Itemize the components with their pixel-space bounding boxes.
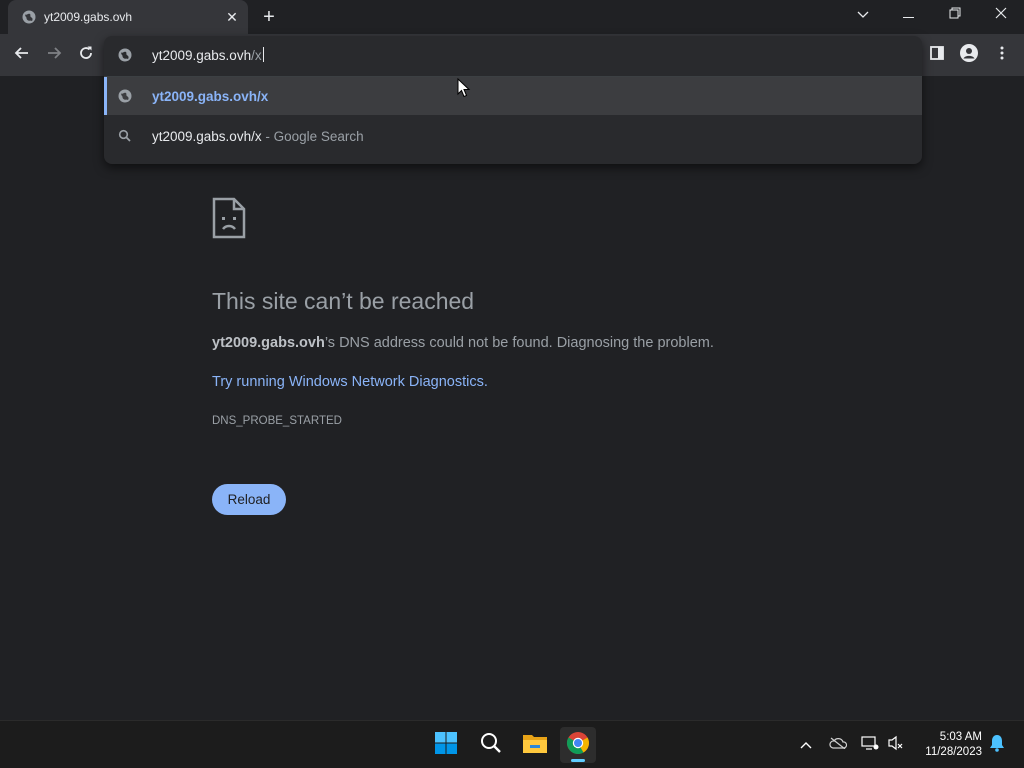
address-input-host: yt2009.gabs.ovh (152, 48, 252, 63)
address-input[interactable]: yt2009.gabs.ovh/x (152, 47, 264, 63)
tab-title: yt2009.gabs.ovh (44, 10, 133, 24)
mouse-cursor-icon (457, 77, 471, 103)
network-tray-button[interactable] (858, 733, 882, 757)
reload-icon (78, 45, 94, 66)
restore-button[interactable] (932, 0, 978, 30)
text-caret (262, 47, 264, 62)
close-window-button[interactable] (978, 0, 1024, 30)
arrow-left-icon (14, 45, 30, 66)
windows-taskbar: 5:03 AM 11/28/2023 (0, 720, 1024, 768)
close-icon (995, 6, 1007, 24)
address-bar[interactable]: yt2009.gabs.ovh/x (104, 36, 922, 76)
arrow-right-icon (46, 45, 62, 66)
windows-start-icon (434, 731, 458, 760)
start-button[interactable] (428, 727, 464, 763)
taskbar-search-button[interactable] (473, 727, 509, 763)
chrome-icon (566, 731, 590, 760)
menu-button[interactable] (987, 40, 1017, 70)
file-explorer-icon (522, 732, 548, 759)
restore-icon (949, 6, 961, 24)
error-page: This site can’t be reached yt2009.gabs.o… (0, 76, 1024, 720)
search-icon (480, 732, 502, 759)
error-host: yt2009.gabs.ovh (212, 335, 325, 351)
network-icon (861, 735, 879, 756)
forward-button[interactable] (39, 40, 69, 70)
suggestion-suffix: - Google Search (261, 129, 364, 144)
globe-icon (22, 10, 36, 24)
notifications-button[interactable] (985, 733, 1009, 757)
side-panel-icon (930, 45, 944, 65)
reload-button[interactable]: Reload (212, 484, 286, 515)
globe-icon (118, 48, 132, 67)
error-description-text: ’s DNS address could not be found. Diagn… (324, 335, 714, 351)
suggestion-search[interactable]: yt2009.gabs.ovh/x - Google Search (104, 117, 922, 155)
onedrive-icon (829, 736, 848, 754)
back-button[interactable] (7, 40, 37, 70)
volume-tray-button[interactable] (884, 733, 908, 757)
volume-icon (887, 735, 905, 756)
suggestion-search-text: yt2009.gabs.ovh/x - Google Search (152, 129, 364, 144)
avatar-icon (960, 43, 978, 67)
chevron-down-icon (857, 6, 869, 24)
sad-page-icon (212, 197, 246, 244)
error-title: This site can’t be reached (212, 288, 475, 314)
suggestion-query: yt2009.gabs.ovh/x (152, 129, 262, 144)
suggestion-url[interactable]: yt2009.gabs.ovh/x (104, 77, 922, 115)
side-panel-button[interactable] (922, 40, 952, 70)
new-tab-button[interactable]: + (258, 6, 280, 28)
omnibox-dropdown: yt2009.gabs.ovh/x yt2009.gabs.ovh/x yt20… (104, 36, 922, 164)
globe-icon (118, 89, 132, 108)
taskbar-clock[interactable]: 5:03 AM 11/28/2023 (910, 730, 982, 760)
selection-indicator (104, 77, 107, 115)
error-description: yt2009.gabs.ovh’s DNS address could not … (212, 335, 714, 351)
chrome-taskbar-button[interactable] (560, 727, 596, 763)
notifications-icon (989, 734, 1005, 757)
profile-button[interactable] (954, 40, 984, 70)
address-input-path: /x (251, 48, 262, 63)
error-code: DNS_PROBE_STARTED (212, 415, 342, 427)
onedrive-tray-button[interactable] (826, 733, 850, 757)
suggestion-text: yt2009.gabs.ovh/x (152, 89, 269, 104)
minimize-icon (903, 6, 915, 24)
more-vertical-icon (1000, 46, 1004, 65)
show-hidden-icons-button[interactable] (794, 733, 818, 757)
minimize-button[interactable] (886, 0, 932, 30)
tab-search-button[interactable] (840, 0, 886, 30)
chevron-up-icon (800, 736, 812, 754)
browser-tab[interactable]: yt2009.gabs.ovh ✕ (8, 0, 248, 34)
file-explorer-button[interactable] (517, 727, 553, 763)
clock-time: 5:03 AM (939, 731, 982, 743)
tab-strip: yt2009.gabs.ovh ✕ + (0, 0, 1024, 34)
tab-close-icon[interactable]: ✕ (224, 9, 240, 25)
clock-date: 11/28/2023 (925, 746, 982, 758)
network-diagnostics-link[interactable]: Try running Windows Network Diagnostics. (212, 374, 488, 390)
reload-toolbar-button[interactable] (71, 40, 101, 70)
search-icon (118, 129, 132, 148)
